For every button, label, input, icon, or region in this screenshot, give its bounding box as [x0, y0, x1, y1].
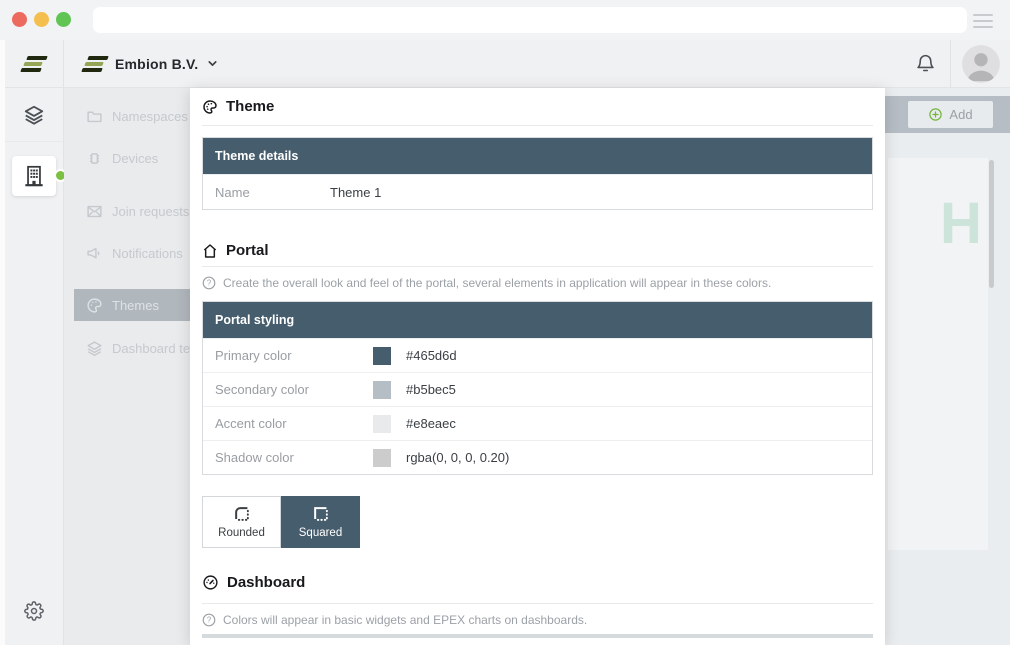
sidebar-item-label: Themes	[112, 298, 159, 313]
close-window-button[interactable]	[12, 12, 27, 27]
plus-circle-icon	[928, 107, 943, 122]
background-toolbar: Add	[885, 96, 1010, 133]
squared-corner-icon	[312, 505, 330, 523]
section-title: Portal	[226, 242, 269, 259]
app-header: Embion B.V.	[64, 40, 1010, 88]
svg-text:?: ?	[207, 279, 212, 288]
sidebar: Namespaces Devices Join requests Notific…	[64, 88, 190, 645]
palette-icon	[202, 99, 218, 115]
building-icon	[21, 163, 47, 189]
sidebar-item-label: Notifications	[112, 246, 183, 261]
address-bar[interactable]	[93, 7, 967, 33]
color-swatch[interactable]	[373, 347, 391, 365]
squared-style-label: Squared	[299, 527, 342, 539]
app-logo[interactable]	[5, 40, 63, 88]
browser-chrome	[0, 0, 1010, 40]
primary-color-row[interactable]: Primary color #465d6d	[203, 338, 872, 372]
add-button[interactable]: Add	[908, 101, 993, 128]
sidebar-item-label: Dashboard te	[112, 341, 190, 356]
sidebar-item-devices[interactable]: Devices	[64, 137, 190, 179]
portal-help-text: ? Create the overall look and feel of th…	[202, 276, 873, 290]
section-title: Theme	[226, 98, 274, 115]
table-header: Portal styling	[203, 302, 872, 338]
color-swatch[interactable]	[373, 449, 391, 467]
sidebar-item-dashboard-templates[interactable]: Dashboard te	[64, 327, 190, 369]
embion-logo-icon	[85, 54, 105, 74]
active-rail-card	[12, 156, 56, 196]
rounded-style-label: Rounded	[218, 527, 265, 539]
browser-window: Embion B.V. Nam	[0, 0, 1010, 645]
sidebar-item-label: Devices	[112, 151, 158, 166]
portal-styling-table: Portal styling Primary color #465d6d Sec…	[202, 301, 873, 475]
gauge-icon	[202, 574, 219, 591]
home-icon	[202, 243, 218, 259]
theme-section-header: Theme	[202, 98, 873, 115]
divider	[202, 266, 873, 267]
add-button-label: Add	[949, 107, 972, 122]
layers-icon	[23, 104, 45, 126]
svg-text:?: ?	[207, 616, 212, 625]
window-controls	[12, 12, 71, 27]
scrollbar-thumb[interactable]	[989, 160, 994, 288]
sidebar-item-namespaces[interactable]: Namespaces	[64, 95, 190, 137]
help-circle-icon: ?	[202, 276, 216, 290]
organization-switcher[interactable]: Embion B.V.	[85, 54, 219, 74]
rail-item-stack[interactable]	[5, 88, 63, 142]
sidebar-item-themes[interactable]: Themes	[74, 289, 190, 321]
folder-icon	[86, 108, 103, 125]
sidebar-item-join-requests[interactable]: Join requests	[64, 190, 190, 232]
icon-rail	[5, 40, 64, 645]
theme-settings-panel: Theme Theme details Name Theme 1 Portal …	[190, 88, 885, 645]
minimize-window-button[interactable]	[34, 12, 49, 27]
sidebar-item-notifications[interactable]: Notifications	[64, 232, 190, 274]
rounded-style-button[interactable]: Rounded	[202, 496, 281, 548]
organization-name: Embion B.V.	[115, 56, 198, 72]
name-label: Name	[215, 185, 330, 200]
notifications-bell-icon[interactable]	[900, 53, 950, 74]
accent-color-row[interactable]: Accent color #e8eaec	[203, 406, 872, 440]
browser-menu-icon[interactable]	[973, 14, 993, 32]
section-title: Dashboard	[227, 574, 305, 591]
megaphone-icon	[86, 245, 103, 262]
divider	[202, 603, 873, 604]
layers-icon	[86, 340, 103, 357]
name-value[interactable]: Theme 1	[330, 185, 381, 200]
color-swatch[interactable]	[373, 415, 391, 433]
table-header: Theme details	[203, 138, 872, 174]
envelope-icon	[86, 203, 103, 220]
dashboard-section-header: Dashboard	[202, 574, 873, 591]
maximize-window-button[interactable]	[56, 12, 71, 27]
sidebar-item-label: Namespaces	[112, 109, 188, 124]
chevron-down-icon	[206, 57, 219, 70]
color-swatch[interactable]	[373, 381, 391, 399]
chip-icon	[86, 150, 103, 167]
rail-item-settings[interactable]	[5, 601, 63, 621]
name-row[interactable]: Name Theme 1	[203, 174, 872, 209]
embion-logo-icon	[24, 54, 44, 74]
divider	[202, 125, 873, 126]
background-content: Add H	[885, 88, 1010, 645]
corner-style-toggle: Rounded Squared	[202, 496, 873, 548]
palette-icon	[86, 297, 103, 314]
secondary-color-row[interactable]: Secondary color #b5bec5	[203, 372, 872, 406]
background-card: H	[888, 158, 988, 550]
next-table-edge	[202, 634, 873, 638]
portal-section-header: Portal	[202, 242, 873, 259]
card-logo-letter: H	[940, 190, 982, 257]
shadow-color-row[interactable]: Shadow color rgba(0, 0, 0, 0.20)	[203, 440, 872, 474]
gear-icon	[24, 601, 44, 621]
user-menu[interactable]	[950, 40, 1010, 87]
user-avatar	[962, 45, 1000, 83]
rail-item-organization[interactable]	[5, 142, 63, 196]
theme-details-table: Theme details Name Theme 1	[202, 137, 873, 210]
squared-style-button[interactable]: Squared	[281, 496, 360, 548]
sidebar-item-label: Join requests	[112, 204, 189, 219]
help-circle-icon: ?	[202, 613, 216, 627]
rounded-corner-icon	[233, 505, 251, 523]
dashboard-help-text: ? Colors will appear in basic widgets an…	[202, 613, 873, 627]
